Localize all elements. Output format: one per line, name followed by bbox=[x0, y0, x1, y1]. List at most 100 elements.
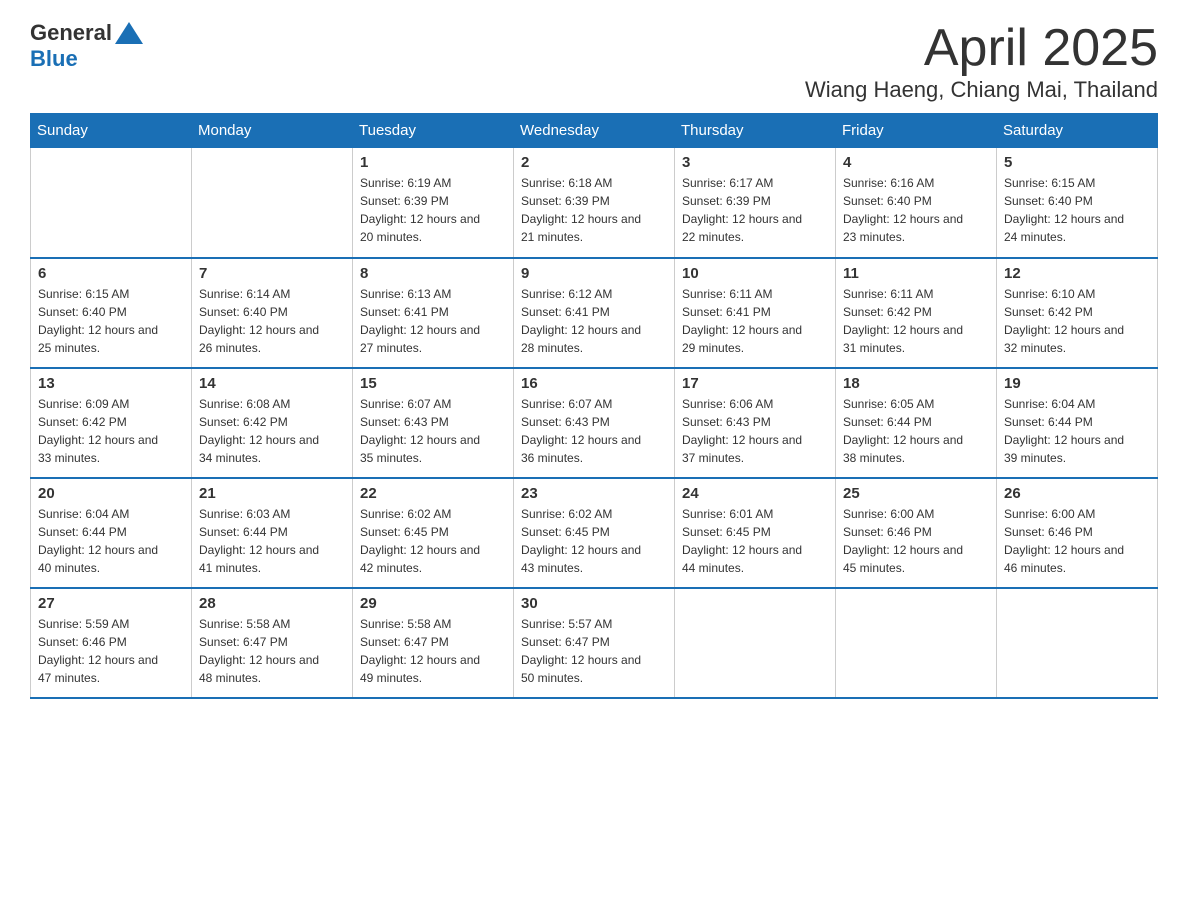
calendar-week-row: 1Sunrise: 6:19 AMSunset: 6:39 PMDaylight… bbox=[31, 148, 1158, 258]
calendar-cell: 27Sunrise: 5:59 AMSunset: 6:46 PMDayligh… bbox=[31, 588, 192, 698]
calendar-table: SundayMondayTuesdayWednesdayThursdayFrid… bbox=[30, 113, 1158, 699]
day-info: Sunrise: 6:01 AMSunset: 6:45 PMDaylight:… bbox=[682, 505, 828, 577]
weekday-row: SundayMondayTuesdayWednesdayThursdayFrid… bbox=[31, 114, 1158, 148]
calendar-cell: 17 Sunrise: 6:06 AMSunset: 6:43 PMDayligh… bbox=[675, 368, 836, 478]
title-block: April 2025 Wiang Haeng, Chiang Mai, Thai… bbox=[805, 20, 1158, 103]
day-info: Sunrise: 6:00 AMSunset: 6:46 PMDaylight:… bbox=[843, 505, 989, 577]
day-number: 4 bbox=[843, 154, 989, 171]
calendar-cell: 30Sunrise: 5:57 AMSunset: 6:47 PMDayligh… bbox=[514, 588, 675, 698]
day-info: Sunrise: 6:15 AMSunset: 6:40 PMDaylight:… bbox=[38, 285, 184, 357]
day-info: Sunrise: 6:00 AMSunset: 6:46 PMDaylight:… bbox=[1004, 505, 1150, 577]
calendar-cell bbox=[836, 588, 997, 698]
calendar-cell: 3 Sunrise: 6:17 AMSunset: 6:39 PMDaylight… bbox=[675, 148, 836, 258]
day-info: Sunrise: 6:12 AMSunset: 6:41 PMDaylight:… bbox=[521, 285, 667, 357]
calendar-cell: 26 Sunrise: 6:00 AMSunset: 6:46 PMDayligh… bbox=[997, 478, 1158, 588]
page-header: General Blue April 2025 Wiang Haeng, Chi… bbox=[30, 20, 1158, 103]
calendar-cell: 12 Sunrise: 6:10 AMSunset: 6:42 PMDayligh… bbox=[997, 258, 1158, 368]
day-info: Sunrise: 5:58 AMSunset: 6:47 PMDaylight:… bbox=[199, 615, 345, 687]
day-number: 24 bbox=[682, 485, 828, 502]
day-info: Sunrise: 6:04 AMSunset: 6:44 PMDaylight:… bbox=[1004, 395, 1150, 467]
calendar-cell: 19 Sunrise: 6:04 AMSunset: 6:44 PMDayligh… bbox=[997, 368, 1158, 478]
day-info: Sunrise: 6:10 AMSunset: 6:42 PMDaylight:… bbox=[1004, 285, 1150, 357]
calendar-week-row: 27Sunrise: 5:59 AMSunset: 6:46 PMDayligh… bbox=[31, 588, 1158, 698]
day-number: 2 bbox=[521, 154, 667, 171]
day-info: Sunrise: 5:57 AMSunset: 6:47 PMDaylight:… bbox=[521, 615, 667, 687]
calendar-body: 1Sunrise: 6:19 AMSunset: 6:39 PMDaylight… bbox=[31, 148, 1158, 698]
day-number: 5 bbox=[1004, 154, 1150, 171]
day-info: Sunrise: 6:09 AMSunset: 6:42 PMDaylight:… bbox=[38, 395, 184, 467]
day-number: 14 bbox=[199, 375, 345, 392]
day-info: Sunrise: 6:05 AMSunset: 6:44 PMDaylight:… bbox=[843, 395, 989, 467]
day-number: 8 bbox=[360, 265, 506, 282]
day-info: Sunrise: 6:04 AMSunset: 6:44 PMDaylight:… bbox=[38, 505, 184, 577]
calendar-cell: 2Sunrise: 6:18 AMSunset: 6:39 PMDaylight… bbox=[514, 148, 675, 258]
day-info: Sunrise: 6:07 AMSunset: 6:43 PMDaylight:… bbox=[360, 395, 506, 467]
day-info: Sunrise: 6:08 AMSunset: 6:42 PMDaylight:… bbox=[199, 395, 345, 467]
calendar-cell: 15 Sunrise: 6:07 AMSunset: 6:43 PMDayligh… bbox=[353, 368, 514, 478]
month-year-title: April 2025 bbox=[805, 20, 1158, 77]
day-info: Sunrise: 6:02 AMSunset: 6:45 PMDaylight:… bbox=[360, 505, 506, 577]
day-number: 26 bbox=[1004, 485, 1150, 502]
calendar-header: SundayMondayTuesdayWednesdayThursdayFrid… bbox=[31, 114, 1158, 148]
day-number: 16 bbox=[521, 375, 667, 392]
calendar-week-row: 13 Sunrise: 6:09 AMSunset: 6:42 PMDayligh… bbox=[31, 368, 1158, 478]
day-info: Sunrise: 6:11 AMSunset: 6:42 PMDaylight:… bbox=[843, 285, 989, 357]
weekday-header-saturday: Saturday bbox=[997, 114, 1158, 148]
day-number: 17 bbox=[682, 375, 828, 392]
calendar-cell: 24 Sunrise: 6:01 AMSunset: 6:45 PMDayligh… bbox=[675, 478, 836, 588]
calendar-cell bbox=[997, 588, 1158, 698]
day-number: 19 bbox=[1004, 375, 1150, 392]
day-info: Sunrise: 6:17 AMSunset: 6:39 PMDaylight:… bbox=[682, 174, 828, 246]
calendar-cell: 29 Sunrise: 5:58 AMSunset: 6:47 PMDayligh… bbox=[353, 588, 514, 698]
day-info: Sunrise: 6:03 AMSunset: 6:44 PMDaylight:… bbox=[199, 505, 345, 577]
calendar-week-row: 20 Sunrise: 6:04 AMSunset: 6:44 PMDayligh… bbox=[31, 478, 1158, 588]
logo-text-blue: Blue bbox=[30, 46, 78, 71]
calendar-cell: 5 Sunrise: 6:15 AMSunset: 6:40 PMDaylight… bbox=[997, 148, 1158, 258]
logo: General Blue bbox=[30, 20, 144, 72]
calendar-cell: 1Sunrise: 6:19 AMSunset: 6:39 PMDaylight… bbox=[353, 148, 514, 258]
calendar-cell: 14 Sunrise: 6:08 AMSunset: 6:42 PMDayligh… bbox=[192, 368, 353, 478]
day-number: 10 bbox=[682, 265, 828, 282]
day-info: Sunrise: 6:13 AMSunset: 6:41 PMDaylight:… bbox=[360, 285, 506, 357]
calendar-cell: 10 Sunrise: 6:11 AMSunset: 6:41 PMDayligh… bbox=[675, 258, 836, 368]
calendar-cell: 21 Sunrise: 6:03 AMSunset: 6:44 PMDayligh… bbox=[192, 478, 353, 588]
weekday-header-friday: Friday bbox=[836, 114, 997, 148]
calendar-cell: 18Sunrise: 6:05 AMSunset: 6:44 PMDayligh… bbox=[836, 368, 997, 478]
weekday-header-tuesday: Tuesday bbox=[353, 114, 514, 148]
calendar-cell: 16 Sunrise: 6:07 AMSunset: 6:43 PMDayligh… bbox=[514, 368, 675, 478]
day-info: Sunrise: 6:15 AMSunset: 6:40 PMDaylight:… bbox=[1004, 174, 1150, 246]
calendar-cell bbox=[31, 148, 192, 258]
weekday-header-monday: Monday bbox=[192, 114, 353, 148]
location-subtitle: Wiang Haeng, Chiang Mai, Thailand bbox=[805, 77, 1158, 103]
day-info: Sunrise: 6:16 AMSunset: 6:40 PMDaylight:… bbox=[843, 174, 989, 246]
day-info: Sunrise: 6:07 AMSunset: 6:43 PMDaylight:… bbox=[521, 395, 667, 467]
calendar-cell bbox=[675, 588, 836, 698]
calendar-cell: 8 Sunrise: 6:13 AMSunset: 6:41 PMDaylight… bbox=[353, 258, 514, 368]
day-number: 7 bbox=[199, 265, 345, 282]
calendar-cell bbox=[192, 148, 353, 258]
day-info: Sunrise: 6:14 AMSunset: 6:40 PMDaylight:… bbox=[199, 285, 345, 357]
calendar-cell: 6Sunrise: 6:15 AMSunset: 6:40 PMDaylight… bbox=[31, 258, 192, 368]
day-number: 20 bbox=[38, 485, 184, 502]
day-number: 3 bbox=[682, 154, 828, 171]
day-number: 12 bbox=[1004, 265, 1150, 282]
day-number: 22 bbox=[360, 485, 506, 502]
calendar-cell: 23Sunrise: 6:02 AMSunset: 6:45 PMDayligh… bbox=[514, 478, 675, 588]
weekday-header-thursday: Thursday bbox=[675, 114, 836, 148]
calendar-cell: 9 Sunrise: 6:12 AMSunset: 6:41 PMDaylight… bbox=[514, 258, 675, 368]
day-info: Sunrise: 5:58 AMSunset: 6:47 PMDaylight:… bbox=[360, 615, 506, 687]
day-number: 13 bbox=[38, 375, 184, 392]
calendar-cell: 28Sunrise: 5:58 AMSunset: 6:47 PMDayligh… bbox=[192, 588, 353, 698]
day-info: Sunrise: 6:19 AMSunset: 6:39 PMDaylight:… bbox=[360, 174, 506, 246]
calendar-week-row: 6Sunrise: 6:15 AMSunset: 6:40 PMDaylight… bbox=[31, 258, 1158, 368]
day-info: Sunrise: 6:11 AMSunset: 6:41 PMDaylight:… bbox=[682, 285, 828, 357]
day-number: 29 bbox=[360, 595, 506, 612]
day-number: 9 bbox=[521, 265, 667, 282]
day-number: 15 bbox=[360, 375, 506, 392]
day-info: Sunrise: 6:06 AMSunset: 6:43 PMDaylight:… bbox=[682, 395, 828, 467]
calendar-cell: 4 Sunrise: 6:16 AMSunset: 6:40 PMDaylight… bbox=[836, 148, 997, 258]
day-number: 21 bbox=[199, 485, 345, 502]
day-number: 25 bbox=[843, 485, 989, 502]
calendar-cell: 11Sunrise: 6:11 AMSunset: 6:42 PMDayligh… bbox=[836, 258, 997, 368]
logo-text-general: General bbox=[30, 20, 112, 46]
